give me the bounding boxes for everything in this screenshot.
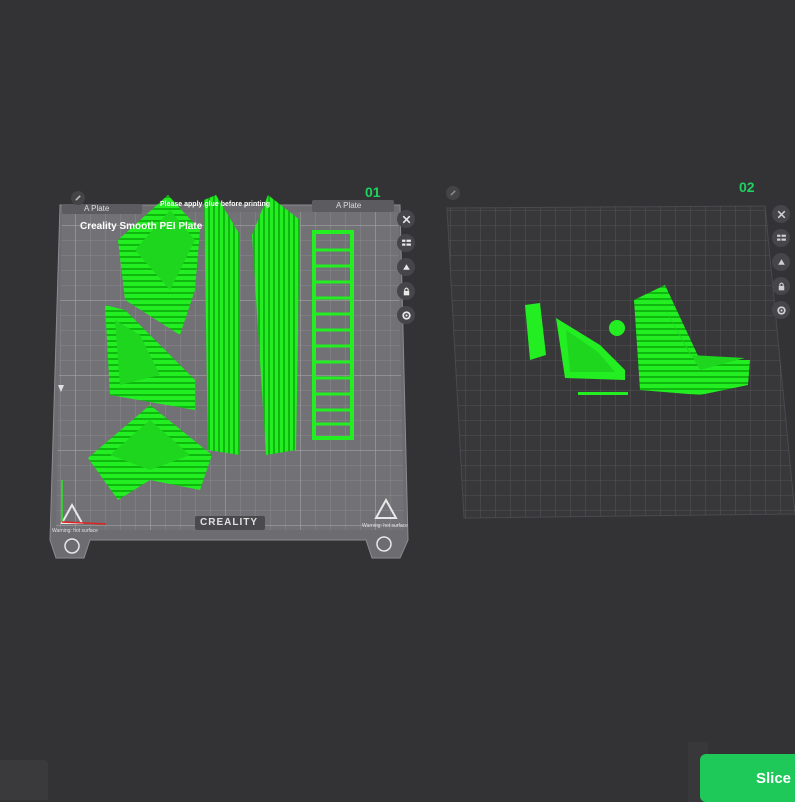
bottom-left-panel[interactable]	[0, 760, 48, 800]
plate-1-brand: CREALITY	[200, 517, 258, 528]
3d-viewport[interactable]: 01 02 A Plate A Plate Creality Smooth PE…	[0, 0, 795, 795]
plate-2-edit-icon[interactable]	[446, 186, 460, 200]
model-part	[609, 320, 625, 336]
plate-1-warning-left: Warning: hot surface	[52, 528, 98, 534]
plate-1-number: 01	[365, 184, 381, 200]
plate-1-title: Creality Smooth PEI Plate	[80, 221, 203, 232]
plate-1-warning-right: Warning: hot surface	[362, 523, 408, 529]
plate-1-edit-icon[interactable]	[71, 191, 85, 205]
close-icon[interactable]	[772, 205, 790, 223]
settings-icon[interactable]	[772, 301, 790, 319]
scene-canvas[interactable]	[0, 0, 795, 795]
plate-1-tab-right-label[interactable]: A Plate	[336, 201, 361, 210]
plate-1-toolbar	[397, 210, 415, 324]
plate-2-number: 02	[739, 179, 755, 195]
model-part	[578, 392, 628, 395]
slice-button-label: Slice	[756, 769, 792, 787]
orient-icon[interactable]	[772, 253, 790, 271]
settings-icon[interactable]	[397, 306, 415, 324]
arrange-icon[interactable]	[397, 234, 415, 252]
orient-icon[interactable]	[397, 258, 415, 276]
lock-icon[interactable]	[772, 277, 790, 295]
arrange-icon[interactable]	[772, 229, 790, 247]
plate-1-notice: Please apply glue before printing	[160, 201, 271, 208]
plate-1-tab-left-label[interactable]: A Plate	[84, 204, 109, 213]
close-icon[interactable]	[397, 210, 415, 228]
plate-2-toolbar	[772, 205, 790, 319]
model-part	[204, 195, 240, 455]
lock-icon[interactable]	[397, 282, 415, 300]
